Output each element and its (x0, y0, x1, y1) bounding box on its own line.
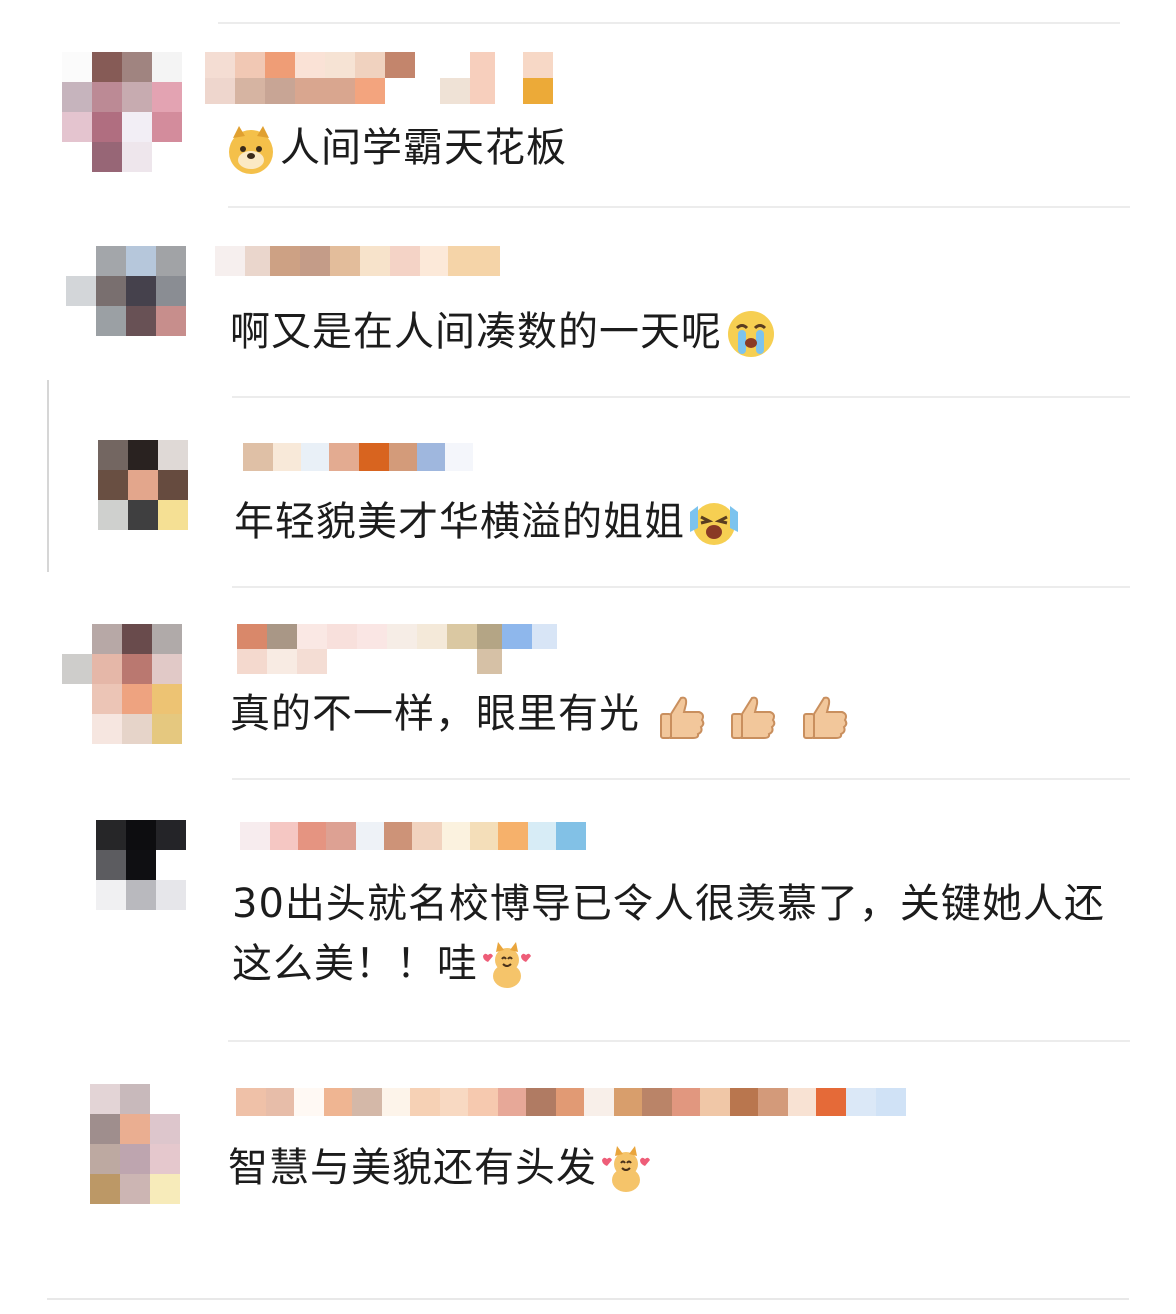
thumbs-up-icon (800, 690, 852, 742)
avatar[interactable] (66, 820, 186, 940)
divider (232, 396, 1130, 398)
username-blurred[interactable] (240, 822, 590, 880)
doge-face-icon (225, 124, 277, 176)
comment-text-content: 啊又是在人间凑数的一天呢 (230, 309, 722, 355)
comment-text-content: 年轻貌美才华横溢的姐姐 (234, 499, 685, 545)
comment-text: 智慧与美貌还有头发 (228, 1138, 655, 1198)
comment-text: 30出头就名校博导已令人很羡慕了，关键她人还这么美！！哇 (232, 874, 1112, 994)
crying-face-icon (725, 308, 777, 360)
comment-text-content: 人间学霸天花板 (280, 125, 567, 171)
comment-text: 人间学霸天花板 (222, 118, 567, 178)
avatar[interactable] (62, 624, 182, 744)
top-divider (218, 22, 1120, 24)
tears-of-joy-face-icon (688, 498, 740, 550)
cheering-cat-icon (481, 940, 533, 992)
avatar[interactable] (66, 246, 186, 366)
username-blurred[interactable] (237, 624, 557, 682)
divider (232, 586, 1130, 588)
avatar[interactable] (60, 1084, 180, 1204)
comment-text-content: 智慧与美貌还有头发 (228, 1145, 597, 1191)
comment-text-content: 真的不一样，眼里有光 (230, 691, 640, 737)
comment-text: 真的不一样，眼里有光 (230, 684, 855, 744)
divider (228, 1040, 1130, 1042)
avatar[interactable] (68, 440, 188, 560)
divider (232, 778, 1130, 780)
thumbs-up-icon (657, 690, 709, 742)
bottom-divider (47, 1298, 1129, 1300)
comment-text: 年轻貌美才华横溢的姐姐 (234, 492, 743, 552)
avatar[interactable] (62, 52, 182, 172)
comment-text-content: 30出头就名校博导已令人很羡慕了，关键她人还这么美！！哇 (232, 881, 1105, 987)
username-blurred[interactable] (215, 246, 505, 304)
thumbs-up-icon (728, 690, 780, 742)
username-blurred[interactable] (205, 52, 555, 110)
cheering-cat-icon (600, 1144, 652, 1196)
comment-text: 啊又是在人间凑数的一天呢 (230, 302, 780, 362)
divider (228, 206, 1130, 208)
left-edge-line (47, 380, 49, 572)
